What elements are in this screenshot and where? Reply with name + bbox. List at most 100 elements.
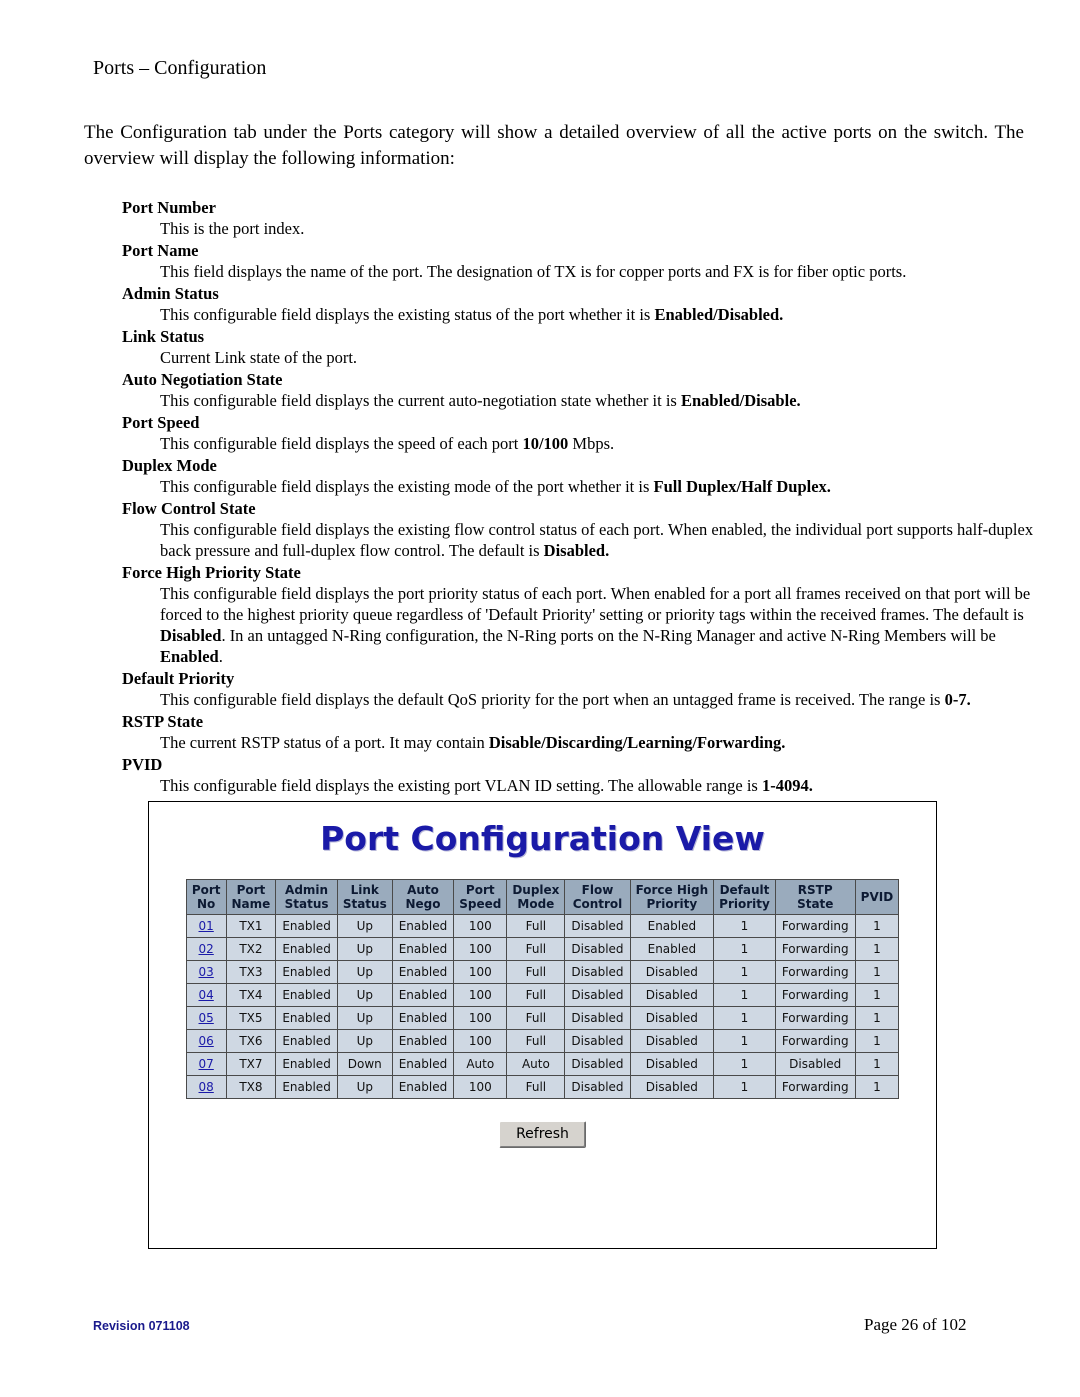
cell-admin: Enabled	[275, 937, 338, 961]
definition-description: This configurable field displays the spe…	[160, 434, 615, 453]
port-number-cell[interactable]: 04	[185, 983, 227, 1007]
table-row: 04 TX4 Enabled Up Enabled 100 Full Disabled Disa…	[185, 983, 900, 1007]
table-row: 08 TX8 Enabled Up Enabled 100 Full Disabled Disa…	[185, 1075, 900, 1099]
cell-flow: Disabled	[564, 983, 631, 1007]
cell-flow: Disabled	[564, 914, 631, 938]
definition-term: Flow Control State	[122, 499, 256, 518]
definition-list: Port Number This is the port index. Port N…	[122, 197, 1033, 797]
definition-description: This configurable field displays the exi…	[160, 520, 1034, 560]
cell-speed: 100	[453, 1006, 508, 1030]
port-number-link[interactable]: 06	[199, 1034, 214, 1048]
cell-name: TX6	[225, 1029, 277, 1053]
cell-duplex: Full	[506, 1075, 566, 1099]
definition-description: This field displays the name of the port…	[160, 262, 907, 281]
column-header: Admin Status	[275, 879, 338, 915]
cell-rstp: Forwarding	[774, 960, 856, 984]
port-number-cell[interactable]: 08	[185, 1075, 227, 1099]
port-number-link[interactable]: 07	[199, 1057, 214, 1071]
definition-term: PVID	[122, 755, 163, 774]
port-number-cell[interactable]: 06	[185, 1029, 227, 1053]
cell-default: 1	[713, 914, 776, 938]
column-header: Auto Nego	[391, 879, 455, 915]
cell-default: 1	[713, 1029, 776, 1053]
cell-speed: Auto	[453, 1052, 508, 1076]
cell-auto: Enabled	[391, 1029, 455, 1053]
footer-page-number: Page 26 of 102	[864, 1315, 967, 1334]
cell-duplex: Full	[506, 914, 566, 938]
cell-name: TX7	[225, 1052, 277, 1076]
cell-admin: Enabled	[275, 1075, 338, 1099]
definition-description: This configurable field displays the exi…	[160, 477, 831, 496]
port-number-cell[interactable]: 05	[185, 1006, 227, 1030]
cell-speed: 100	[453, 960, 508, 984]
ports-table: Port No Port Name Admin Status Link Status Auto N…	[185, 879, 900, 1099]
cell-default: 1	[713, 960, 776, 984]
cell-duplex: Full	[506, 960, 566, 984]
cell-admin: Enabled	[275, 1006, 338, 1030]
port-number-cell[interactable]: 07	[185, 1052, 227, 1076]
cell-force: Disabled	[629, 1075, 715, 1099]
cell-name: TX5	[225, 1006, 277, 1030]
footer-revision: Revision 071108	[93, 1319, 190, 1333]
cell-link: Up	[336, 1006, 393, 1030]
definition-term: Default Priority	[122, 669, 235, 688]
port-number-cell[interactable]: 01	[185, 914, 227, 938]
cell-speed: 100	[453, 914, 508, 938]
definition-description: This configurable field displays the exi…	[160, 776, 813, 795]
cell-flow: Disabled	[564, 960, 631, 984]
column-header: Default Priority	[713, 879, 776, 915]
table-row: 02 TX2 Enabled Up Enabled 100 Full Disabled Enab…	[185, 937, 900, 961]
port-number-link[interactable]: 08	[199, 1080, 214, 1094]
column-header: Flow Control	[564, 879, 631, 915]
port-number-cell[interactable]: 02	[185, 937, 227, 961]
column-header: RSTP State	[774, 879, 856, 915]
port-number-link[interactable]: 02	[199, 942, 214, 956]
port-number-link[interactable]: 01	[199, 919, 214, 933]
cell-pvid: 1	[854, 914, 900, 938]
definition-term: Auto Negotiation State	[122, 370, 283, 389]
port-number-link[interactable]: 03	[199, 965, 214, 979]
cell-speed: 100	[453, 937, 508, 961]
cell-auto: Enabled	[391, 1006, 455, 1030]
definition-description: This configurable field displays the exi…	[160, 305, 784, 324]
cell-rstp: Forwarding	[774, 1029, 856, 1053]
cell-speed: 100	[453, 1075, 508, 1099]
cell-default: 1	[713, 1075, 776, 1099]
cell-pvid: 1	[854, 1029, 900, 1053]
ports-table-header: Port No Port Name Admin Status Link Status Auto N…	[185, 879, 900, 915]
definition-term: Port Name	[122, 241, 199, 260]
cell-auto: Enabled	[391, 937, 455, 961]
cell-link: Down	[336, 1052, 393, 1076]
port-number-link[interactable]: 05	[199, 1011, 214, 1025]
cell-auto: Enabled	[391, 983, 455, 1007]
cell-speed: 100	[453, 1029, 508, 1053]
definition-term: RSTP State	[122, 712, 204, 731]
table-row: 07 TX7 Enabled Down Enabled Auto Auto Disabled D…	[185, 1052, 900, 1076]
column-header: PVID	[854, 879, 900, 915]
definition-description: This configurable field displays the cur…	[160, 391, 801, 410]
cell-flow: Disabled	[564, 1029, 631, 1053]
cell-name: TX4	[225, 983, 277, 1007]
cell-name: TX8	[225, 1075, 277, 1099]
cell-default: 1	[713, 1052, 776, 1076]
ports-table-body: 01 TX1 Enabled Up Enabled 100 Full Disabled Enab…	[185, 914, 900, 1099]
cell-link: Up	[336, 1029, 393, 1053]
refresh-button[interactable]: Refresh	[499, 1121, 586, 1148]
cell-auto: Enabled	[391, 1052, 455, 1076]
definition-description: The current RSTP status of a port. It ma…	[160, 733, 786, 752]
cell-speed: 100	[453, 983, 508, 1007]
cell-rstp: Forwarding	[774, 1075, 856, 1099]
port-configuration-view-panel: Port Configuration View Port No Port Name Ad…	[148, 801, 937, 1249]
cell-rstp: Forwarding	[774, 937, 856, 961]
cell-default: 1	[713, 983, 776, 1007]
cell-name: TX1	[225, 914, 277, 938]
cell-force: Disabled	[629, 1052, 715, 1076]
column-header: Port Name	[225, 879, 277, 915]
cell-flow: Disabled	[564, 1006, 631, 1030]
port-number-cell[interactable]: 03	[185, 960, 227, 984]
cell-link: Up	[336, 1075, 393, 1099]
port-number-link[interactable]: 04	[199, 988, 214, 1002]
definition-description: This configurable field displays the def…	[160, 690, 971, 709]
cell-rstp: Forwarding	[774, 914, 856, 938]
panel-title: Port Configuration View	[320, 819, 765, 858]
